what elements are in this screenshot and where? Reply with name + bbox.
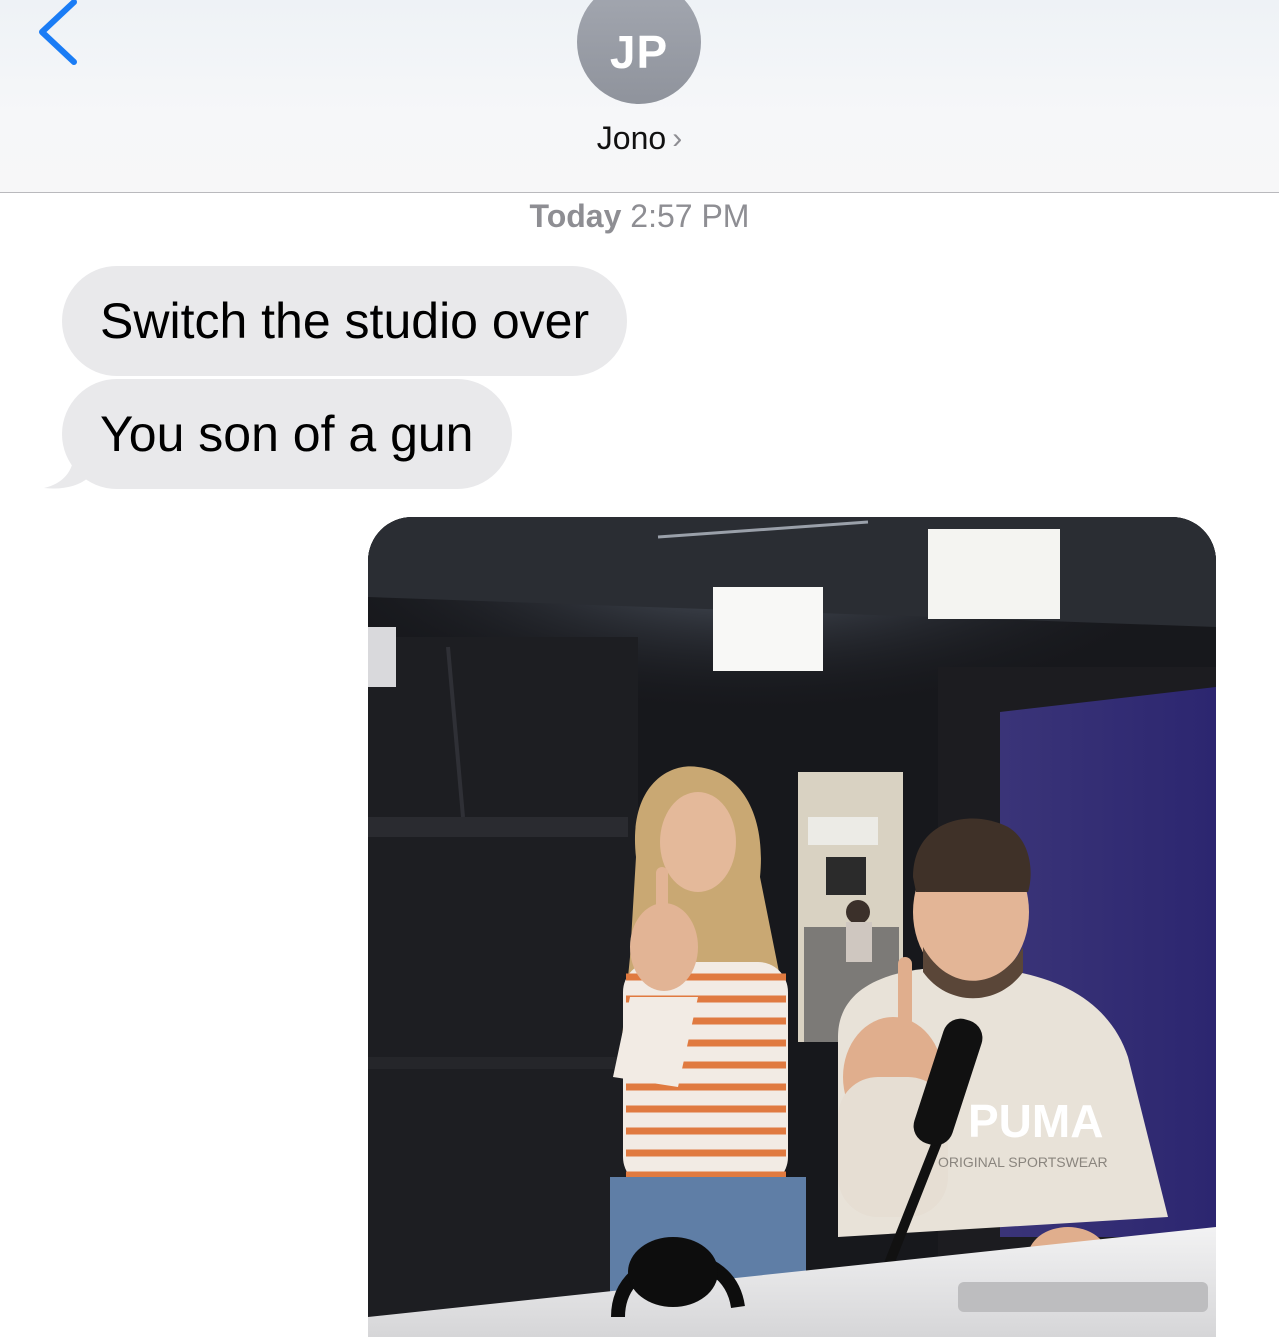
ceiling-light bbox=[928, 529, 1060, 619]
message-bubble-incoming[interactable]: You son of a gun bbox=[62, 379, 512, 489]
timestamp-day: Today bbox=[529, 198, 622, 234]
conversation-header: JP Jono › bbox=[0, 0, 1279, 193]
contact-name-button[interactable]: Jono › bbox=[0, 120, 1279, 157]
avatar-initials: JP bbox=[609, 26, 669, 78]
contact-name: Jono bbox=[596, 120, 667, 156]
message-text: Switch the studio over bbox=[100, 293, 590, 349]
message-timestamp: Today 2:57 PM bbox=[0, 198, 1279, 235]
message-text: You son of a gun bbox=[100, 406, 474, 462]
back-button[interactable] bbox=[30, 0, 90, 70]
studio-photo: PUMA ORIGINAL SPORTSWEAR bbox=[368, 517, 1216, 1337]
message-bubble-incoming[interactable]: Switch the studio over bbox=[62, 266, 628, 376]
bubble-tail bbox=[44, 452, 88, 489]
timestamp-time: 2:57 PM bbox=[630, 198, 750, 234]
contact-avatar[interactable]: JP bbox=[577, 0, 701, 104]
ceiling-light bbox=[713, 587, 823, 671]
chevron-left-icon bbox=[30, 0, 90, 70]
chevron-right-icon: › bbox=[672, 122, 683, 155]
photo-attachment[interactable]: PUMA ORIGINAL SPORTSWEAR bbox=[368, 517, 1216, 1337]
shirt-logo-text: PUMA bbox=[968, 1095, 1103, 1147]
shirt-subtext: ORIGINAL SPORTSWEAR bbox=[938, 1154, 1108, 1170]
